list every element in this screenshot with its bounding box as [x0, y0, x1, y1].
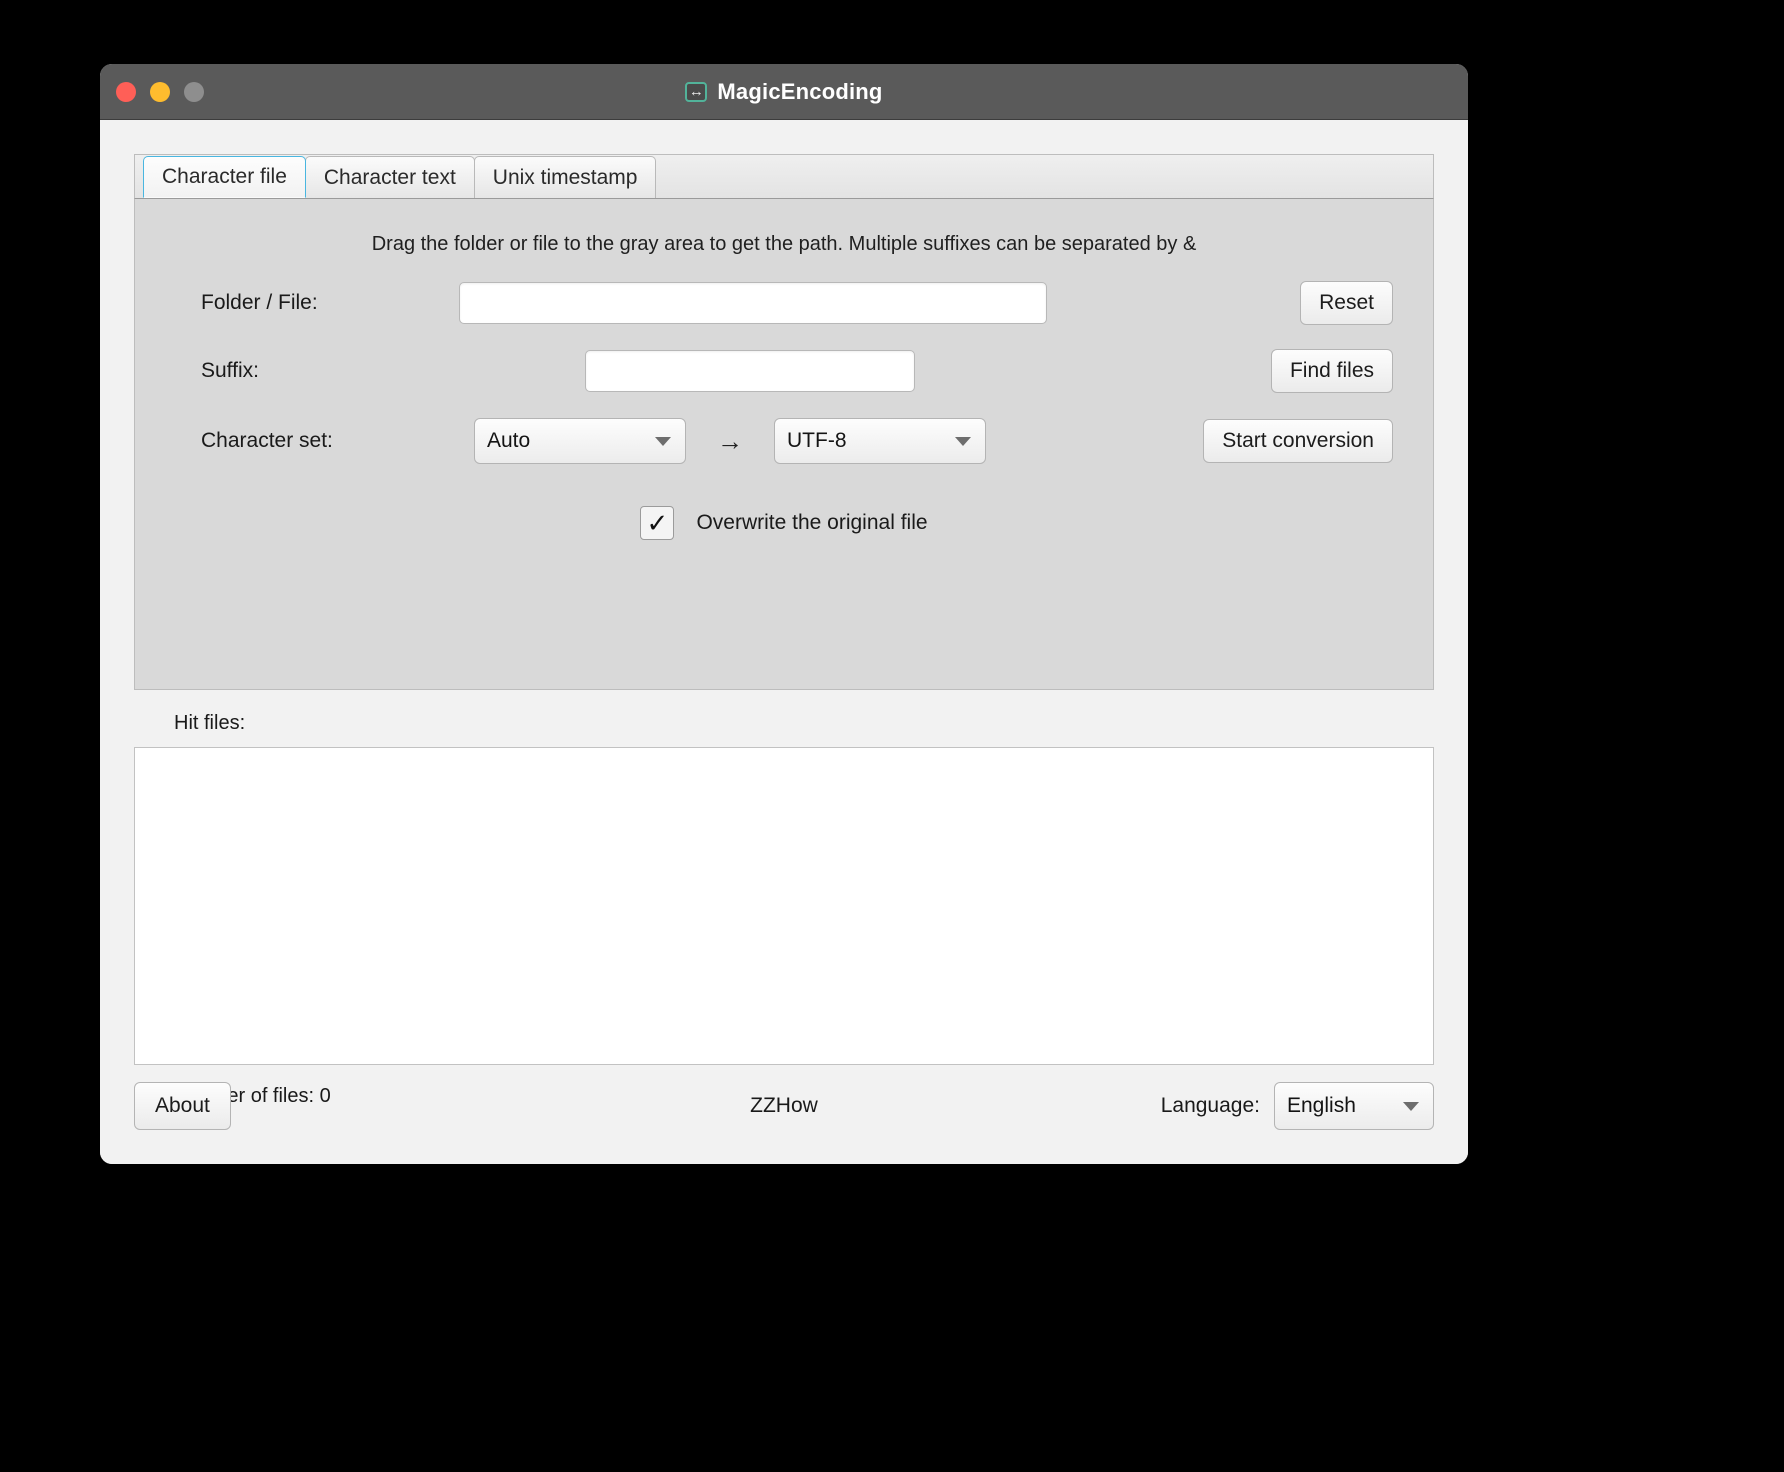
drag-hint-text: Drag the folder or file to the gray area… — [371, 233, 1197, 255]
chevron-down-icon — [1403, 1101, 1419, 1111]
zoom-button[interactable] — [184, 82, 204, 102]
start-conversion-button[interactable]: Start conversion — [1203, 419, 1393, 463]
minimize-button[interactable] — [150, 82, 170, 102]
arrow-right-icon: → — [717, 425, 743, 456]
tab-bar: Character file Character text Unix times… — [134, 154, 1434, 198]
source-charset-value: Auto — [487, 429, 531, 452]
language-select[interactable]: English — [1274, 1082, 1434, 1130]
folder-file-input[interactable] — [459, 282, 1047, 324]
overwrite-checkbox[interactable]: ✓ — [640, 506, 675, 540]
folder-file-label: Folder / File: — [201, 291, 318, 314]
target-charset-select[interactable]: UTF-8 — [774, 418, 986, 464]
suffix-label: Suffix: — [201, 359, 259, 382]
title-bar: ↔ MagicEncoding — [100, 64, 1468, 120]
window-body: Character file Character text Unix times… — [100, 120, 1468, 1164]
tab-character-text[interactable]: Character text — [304, 156, 475, 198]
overwrite-label: Overwrite the original file — [696, 511, 928, 534]
window-controls — [116, 64, 204, 120]
reset-button[interactable]: Reset — [1300, 281, 1393, 325]
chevron-down-icon — [955, 436, 971, 446]
character-set-row: Character set: Auto → UTF-8 Start conver… — [135, 418, 1433, 464]
target-charset-value: UTF-8 — [787, 429, 847, 452]
window-title: MagicEncoding — [717, 78, 883, 104]
character-file-panel: Drag the folder or file to the gray area… — [134, 198, 1434, 690]
chevron-down-icon — [655, 436, 671, 446]
title-group: ↔ MagicEncoding — [100, 79, 1468, 105]
overwrite-row: ✓ Overwrite the original file — [135, 506, 1433, 540]
suffix-row: Suffix: Find files — [135, 349, 1433, 393]
application-window: ↔ MagicEncoding Character file Character… — [100, 64, 1468, 1164]
folder-file-row: Folder / File: Reset — [135, 281, 1433, 325]
hit-files-list[interactable] — [134, 747, 1434, 1065]
character-set-label: Character set: — [201, 429, 333, 452]
tab-unix-timestamp[interactable]: Unix timestamp — [473, 156, 657, 198]
find-files-button[interactable]: Find files — [1270, 349, 1393, 393]
hit-files-label: Hit files: — [174, 712, 246, 734]
language-group: Language: English — [1161, 1082, 1434, 1130]
suffix-input[interactable] — [585, 350, 915, 392]
language-value: English — [1287, 1094, 1356, 1117]
language-label: Language: — [1160, 1094, 1260, 1117]
left-right-arrow-icon: ↔ — [685, 81, 708, 102]
footer-bar: About ZZHow Language: English — [134, 1082, 1434, 1130]
close-button[interactable] — [116, 82, 136, 102]
tab-character-file[interactable]: Character file — [143, 156, 306, 198]
source-charset-select[interactable]: Auto — [474, 418, 686, 464]
